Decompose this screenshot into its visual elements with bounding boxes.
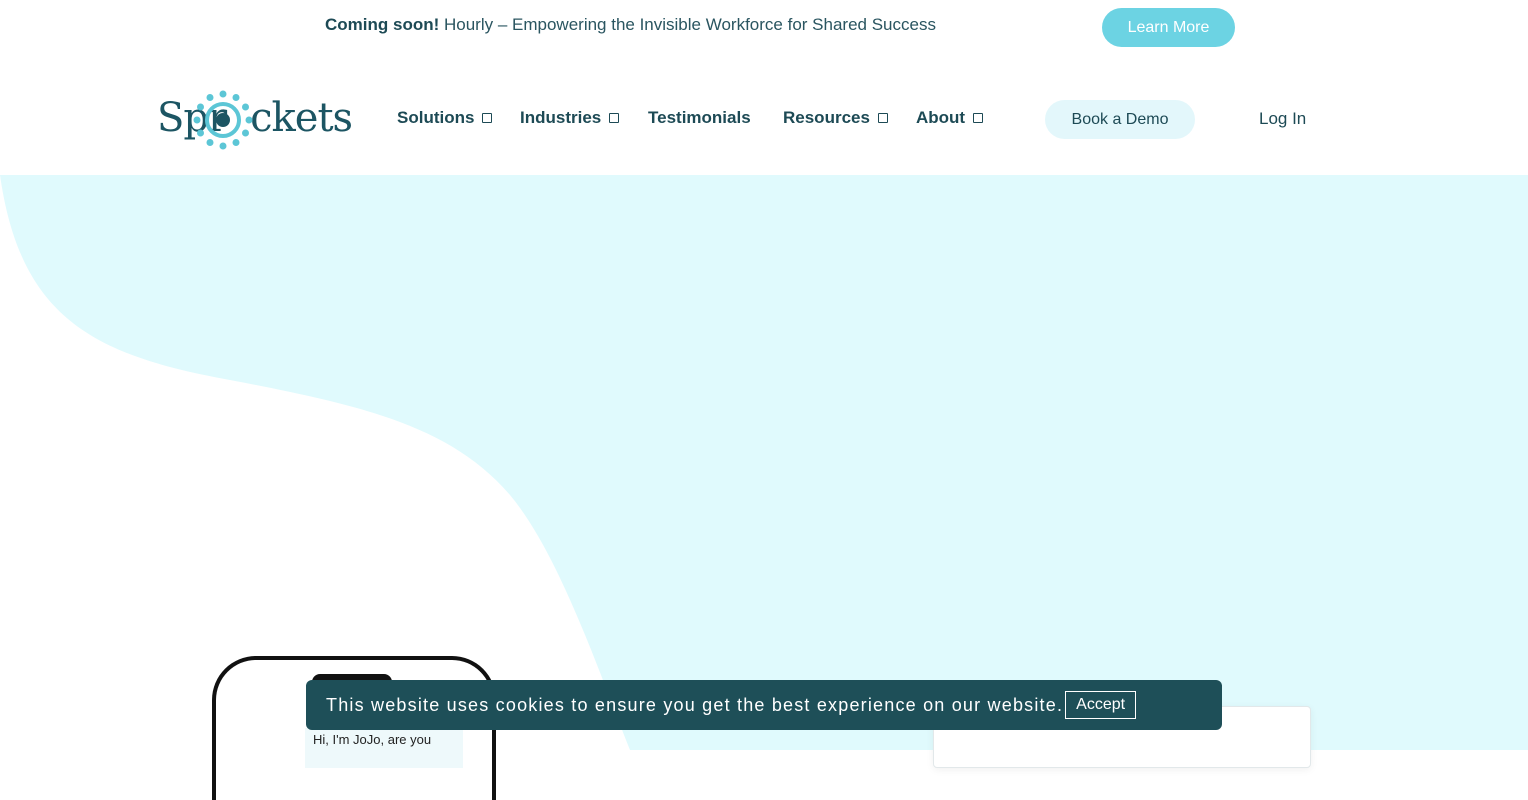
chat-bubble: Hi, I'm JoJo, are you (305, 728, 463, 768)
accept-cookies-button[interactable]: Accept (1065, 691, 1137, 719)
nav-testimonials-label: Testimonials (648, 108, 751, 127)
nav-solutions[interactable]: Solutions (397, 108, 493, 128)
cookie-banner: This website uses cookies to ensure you … (306, 680, 1222, 730)
gear-logo-icon (193, 90, 253, 150)
announcement-bar: Coming soon! Hourly – Empowering the Inv… (0, 0, 1528, 56)
nav-testimonials[interactable]: Testimonials (648, 108, 751, 128)
nav-solutions-label: Solutions (397, 108, 475, 127)
nav-industries-label: Industries (520, 108, 602, 127)
chevron-down-icon (482, 113, 493, 123)
announcement-text: Coming soon! Hourly – Empowering the Inv… (325, 15, 936, 35)
nav-industries[interactable]: Industries (520, 108, 620, 128)
nav-resources[interactable]: Resources (783, 108, 888, 128)
logo-text-right: ckets (250, 95, 353, 141)
sprockets-logo[interactable]: Spr ckets (157, 88, 353, 152)
site-header: Spr ckets Solutions Industries Testimonia… (0, 56, 1528, 175)
nav-resources-label: Resources (783, 108, 870, 127)
nav-about-label: About (916, 108, 966, 127)
chevron-down-icon (973, 113, 984, 123)
nav-about[interactable]: About (916, 108, 984, 128)
chevron-down-icon (877, 113, 888, 123)
login-link[interactable]: Log In (1259, 109, 1306, 129)
cookie-message: This website uses cookies to ensure you … (326, 694, 1064, 715)
announcement-message: Hourly – Empowering the Invisible Workfo… (439, 15, 936, 34)
learn-more-button[interactable]: Learn More (1102, 8, 1235, 47)
announcement-bold: Coming soon! (325, 15, 440, 34)
chevron-down-icon (609, 113, 620, 123)
book-demo-button[interactable]: Book a Demo (1045, 100, 1195, 139)
